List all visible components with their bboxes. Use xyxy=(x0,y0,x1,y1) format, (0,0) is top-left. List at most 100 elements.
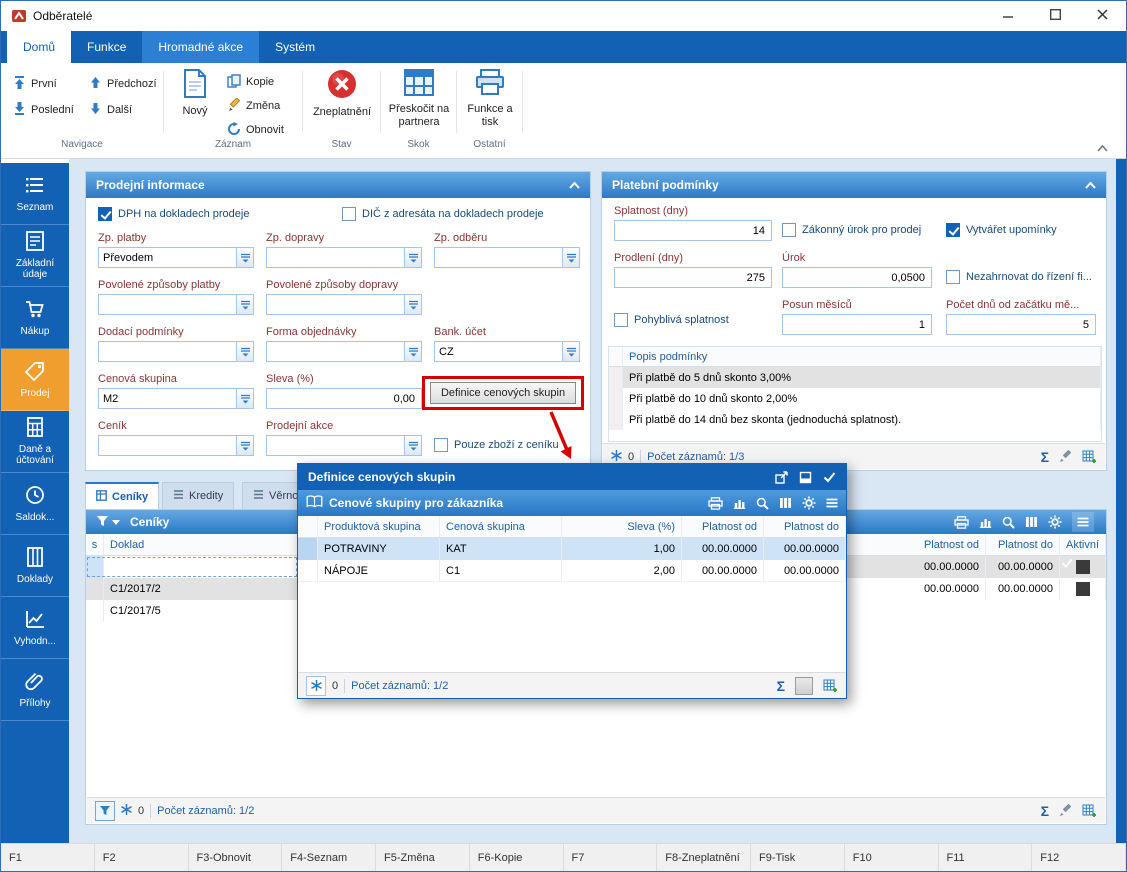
tab-system[interactable]: Systém xyxy=(259,31,331,63)
dodaci-podminky-dropdown-icon[interactable] xyxy=(236,342,253,361)
table-row[interactable]: POTRAVINY KAT 1,00 00.00.0000 00.00.0000 xyxy=(298,538,846,560)
forma-objednavky-input[interactable] xyxy=(266,341,422,362)
chart-icon[interactable] xyxy=(979,516,992,528)
povolene-dopravy-dropdown-icon[interactable] xyxy=(404,295,421,314)
sleva-input[interactable] xyxy=(266,388,422,409)
tab-domu[interactable]: Domů xyxy=(7,31,72,63)
cenova-skupina-input[interactable] xyxy=(98,388,254,409)
prodejni-akce-dropdown-icon[interactable] xyxy=(404,436,421,455)
columns-icon[interactable] xyxy=(1025,516,1038,528)
cenova-skupina-dropdown-icon[interactable] xyxy=(236,389,253,408)
menu-icon[interactable] xyxy=(826,498,838,508)
copy-button[interactable]: Kopie xyxy=(227,71,274,93)
new-record-button[interactable]: Nový xyxy=(169,69,221,118)
cenik-input[interactable] xyxy=(98,435,254,456)
table-row[interactable]: Při platbě do 14 dnů bez skonta (jednodu… xyxy=(609,409,1101,430)
table-row[interactable]: NÁPOJE C1 2,00 00.00.0000 00.00.0000 xyxy=(298,560,846,582)
cenik-dropdown-icon[interactable] xyxy=(236,436,253,455)
next-button[interactable]: Další xyxy=(89,99,132,121)
forma-objednavky-dropdown-icon[interactable] xyxy=(404,342,421,361)
gear-icon[interactable] xyxy=(802,496,816,510)
tab-kredity[interactable]: Kredity xyxy=(162,482,235,509)
zp-platby-dropdown-icon[interactable] xyxy=(236,248,253,267)
table-row[interactable]: Při platbě do 5 dnů skonto 3,00% xyxy=(609,367,1101,388)
sum-button[interactable]: Σ xyxy=(1041,450,1049,464)
print-icon[interactable] xyxy=(708,496,723,510)
dock-panel-icon[interactable] xyxy=(799,471,812,484)
zp-odberu-dropdown-icon[interactable] xyxy=(562,248,579,267)
sidebar-item-prodej[interactable]: Prodej xyxy=(1,349,69,411)
bank-ucet-dropdown-icon[interactable] xyxy=(562,342,579,361)
gear-icon[interactable] xyxy=(1048,515,1062,529)
sidebar-item-saldokonto[interactable]: Saldok... xyxy=(1,473,69,535)
fkey-f9[interactable]: F9-Tisk xyxy=(751,844,845,871)
frozen-rows-button[interactable] xyxy=(306,675,326,696)
jump-to-partner-button[interactable]: Přeskočit na partnera xyxy=(383,69,455,129)
fkey-f2[interactable]: F2 xyxy=(95,844,189,871)
grid-tool-button[interactable] xyxy=(795,676,813,695)
refresh-button[interactable]: Obnovit xyxy=(227,119,284,141)
table-row[interactable]: 00.00.0000 00.00.0000 xyxy=(846,578,1106,600)
dic-checkbox[interactable] xyxy=(342,207,356,221)
splatnost-input[interactable] xyxy=(614,220,772,241)
sum-button[interactable]: Σ xyxy=(1041,804,1049,818)
invalidate-button[interactable]: Zneplatnění xyxy=(307,69,377,119)
chart-icon[interactable] xyxy=(733,497,746,509)
nezahrnovat-checkbox[interactable] xyxy=(946,270,960,284)
dodaci-podminky-input[interactable] xyxy=(98,341,254,362)
sidebar-item-prilohy[interactable]: Přílohy xyxy=(1,659,69,721)
pouze-zbozi-checkbox[interactable] xyxy=(434,438,448,452)
table-row[interactable]: 00.00.0000 00.00.0000 xyxy=(846,556,1106,578)
grid-settings-icon[interactable] xyxy=(1082,450,1097,463)
search-icon[interactable] xyxy=(756,497,769,510)
definice-cenovych-skupin-button[interactable]: Definice cenových skupin xyxy=(430,382,576,404)
table-row[interactable]: C1/2017/5 xyxy=(86,600,298,622)
fkey-f8[interactable]: F8-Zneplatnění xyxy=(657,844,751,871)
sidebar-item-nakup[interactable]: Nákup xyxy=(1,287,69,349)
tab-funkce[interactable]: Funkce xyxy=(71,31,142,63)
aktivni-checkbox[interactable] xyxy=(1075,582,1090,596)
zp-dopravy-dropdown-icon[interactable] xyxy=(404,248,421,267)
urok-input[interactable] xyxy=(782,267,932,288)
ribbon-collapse-button[interactable] xyxy=(1097,139,1108,157)
confirm-icon[interactable] xyxy=(823,471,836,483)
change-button[interactable]: Změna xyxy=(227,95,280,117)
dialog-titlebar[interactable]: Definice cenových skupin xyxy=(298,464,846,490)
columns-icon[interactable] xyxy=(779,497,792,509)
pohybliva-checkbox[interactable] xyxy=(614,313,628,327)
zp-platby-input[interactable] xyxy=(98,247,254,268)
sidebar-item-doklady[interactable]: Doklady xyxy=(1,535,69,597)
prodleni-input[interactable] xyxy=(614,267,772,288)
tab-hromadne-akce[interactable]: Hromadné akce xyxy=(142,31,260,63)
povolene-platby-dropdown-icon[interactable] xyxy=(236,295,253,314)
zp-odberu-input[interactable] xyxy=(434,247,580,268)
aktivni-checkbox[interactable] xyxy=(1075,560,1090,574)
povolene-platby-input[interactable] xyxy=(98,294,254,315)
first-button[interactable]: První xyxy=(13,73,57,95)
sidebar-item-vyhodnoceni[interactable]: Vyhodn... xyxy=(1,597,69,659)
sidebar-item-zakladni-udaje[interactable]: Základní údaje xyxy=(1,225,69,287)
fkey-f1[interactable]: F1 xyxy=(1,844,95,871)
table-row[interactable]: C1/2017/2 xyxy=(86,578,298,600)
sum-button[interactable]: Σ xyxy=(777,679,785,693)
sidebar-item-dane-a-uctovani[interactable]: Daně a účtování xyxy=(1,411,69,473)
zakonny-urok-checkbox[interactable] xyxy=(782,223,796,237)
menu-icon[interactable] xyxy=(1072,512,1094,532)
previous-button[interactable]: Předchozí xyxy=(89,73,157,95)
table-row[interactable]: Při platbě do 10 dnů skonto 2,00% xyxy=(609,388,1101,409)
fkey-f4[interactable]: F4-Seznam xyxy=(282,844,376,871)
fkey-f11[interactable]: F11 xyxy=(939,844,1033,871)
fkey-f10[interactable]: F10 xyxy=(845,844,939,871)
tab-ceniky[interactable]: Ceníky xyxy=(85,482,160,509)
close-button[interactable] xyxy=(1079,1,1126,31)
upominky-checkbox[interactable] xyxy=(946,223,960,237)
fkey-f12[interactable]: F12 xyxy=(1032,844,1126,871)
detach-window-icon[interactable] xyxy=(775,470,788,484)
functions-print-button[interactable]: Funkce a tisk xyxy=(459,69,521,129)
filter-dropdown-button[interactable] xyxy=(96,515,120,530)
fkey-f3[interactable]: F3-Obnovit xyxy=(189,844,283,871)
posun-mesicu-input[interactable] xyxy=(782,314,932,335)
pocet-dnu-input[interactable] xyxy=(946,314,1096,335)
edit-icon[interactable] xyxy=(1059,450,1072,463)
filter-toggle-button[interactable] xyxy=(95,800,115,821)
